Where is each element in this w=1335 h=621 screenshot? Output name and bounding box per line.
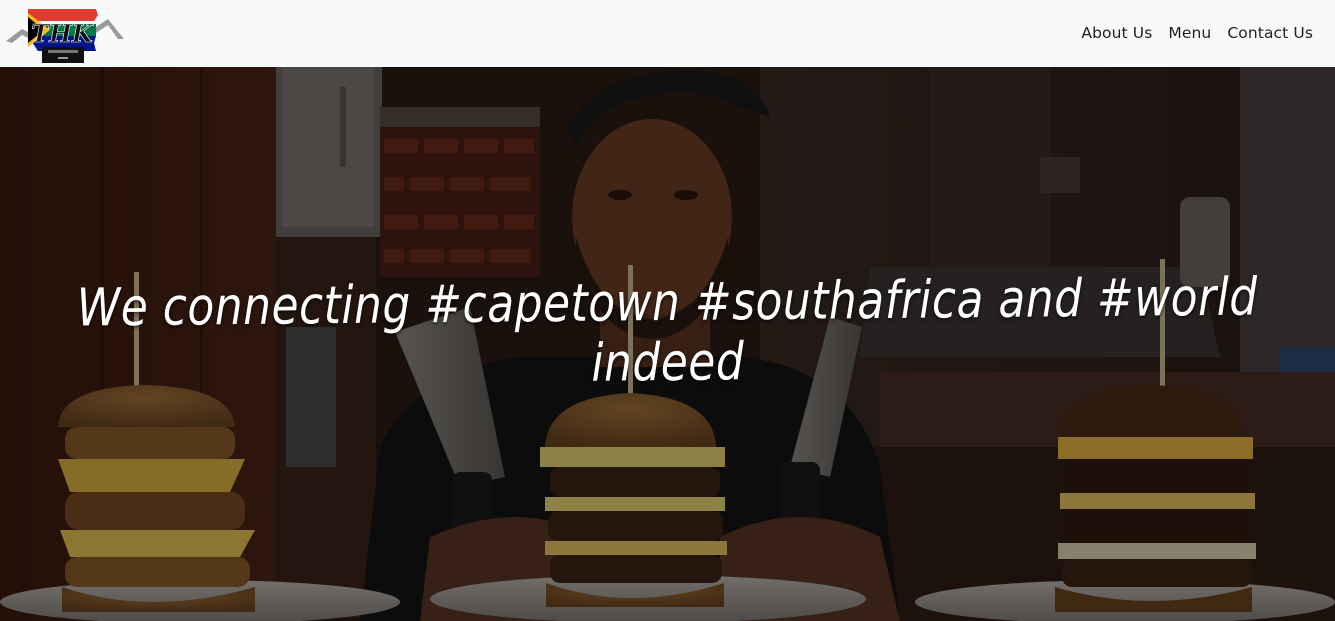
nav-links: About Us Menu Contact Us bbox=[1073, 0, 1321, 67]
brand-logo-link[interactable]: THK bbox=[4, 3, 126, 65]
south-africa-flag-logo-icon: THK bbox=[6, 8, 124, 63]
nav-link-menu[interactable]: Menu bbox=[1160, 0, 1219, 67]
nav-item-about: About Us bbox=[1073, 0, 1160, 67]
top-navbar: THK About Us Menu Contact Us bbox=[0, 0, 1335, 67]
hero-section: We connecting #capetown #southafrica and… bbox=[0, 67, 1335, 621]
hero-title: We connecting #capetown #southafrica and… bbox=[76, 267, 1258, 394]
nav-link-about-us[interactable]: About Us bbox=[1073, 0, 1160, 67]
nav-item-contact: Contact Us bbox=[1219, 0, 1321, 67]
nav-link-contact-us[interactable]: Contact Us bbox=[1219, 0, 1321, 67]
nav-item-menu: Menu bbox=[1160, 0, 1219, 67]
svg-text:THK: THK bbox=[31, 19, 94, 48]
